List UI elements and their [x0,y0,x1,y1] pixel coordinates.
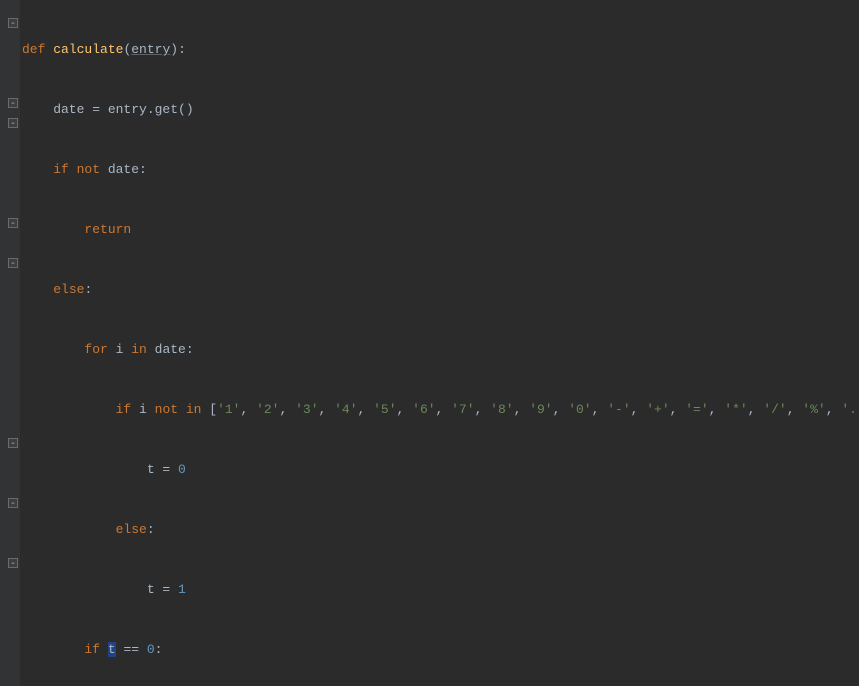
code-line[interactable]: return [22,220,859,240]
fold-icon[interactable] [8,118,18,128]
code-line[interactable]: else: [22,520,859,540]
fold-icon[interactable] [8,438,18,448]
code-editor[interactable]: def calculate(entry): date = entry.get()… [0,0,859,686]
code-line[interactable]: t = 0 [22,460,859,480]
fold-icon[interactable] [8,98,18,108]
fold-icon[interactable] [8,18,18,28]
fold-icon[interactable] [8,258,18,268]
fold-icon[interactable] [8,558,18,568]
code-line[interactable]: if t == 0: [22,640,859,660]
code-line[interactable]: if not date: [22,160,859,180]
code-line[interactable]: for i in date: [22,340,859,360]
code-area[interactable]: def calculate(entry): date = entry.get()… [22,0,859,686]
fold-icon[interactable] [8,498,18,508]
code-line[interactable]: date = entry.get() [22,100,859,120]
code-line[interactable]: if i not in ['1', '2', '3', '4', '5', '6… [22,400,859,420]
code-line[interactable]: else: [22,280,859,300]
fold-icon[interactable] [8,218,18,228]
code-line[interactable]: t = 1 [22,580,859,600]
gutter [0,0,20,686]
code-line[interactable]: def calculate(entry): [22,40,859,60]
